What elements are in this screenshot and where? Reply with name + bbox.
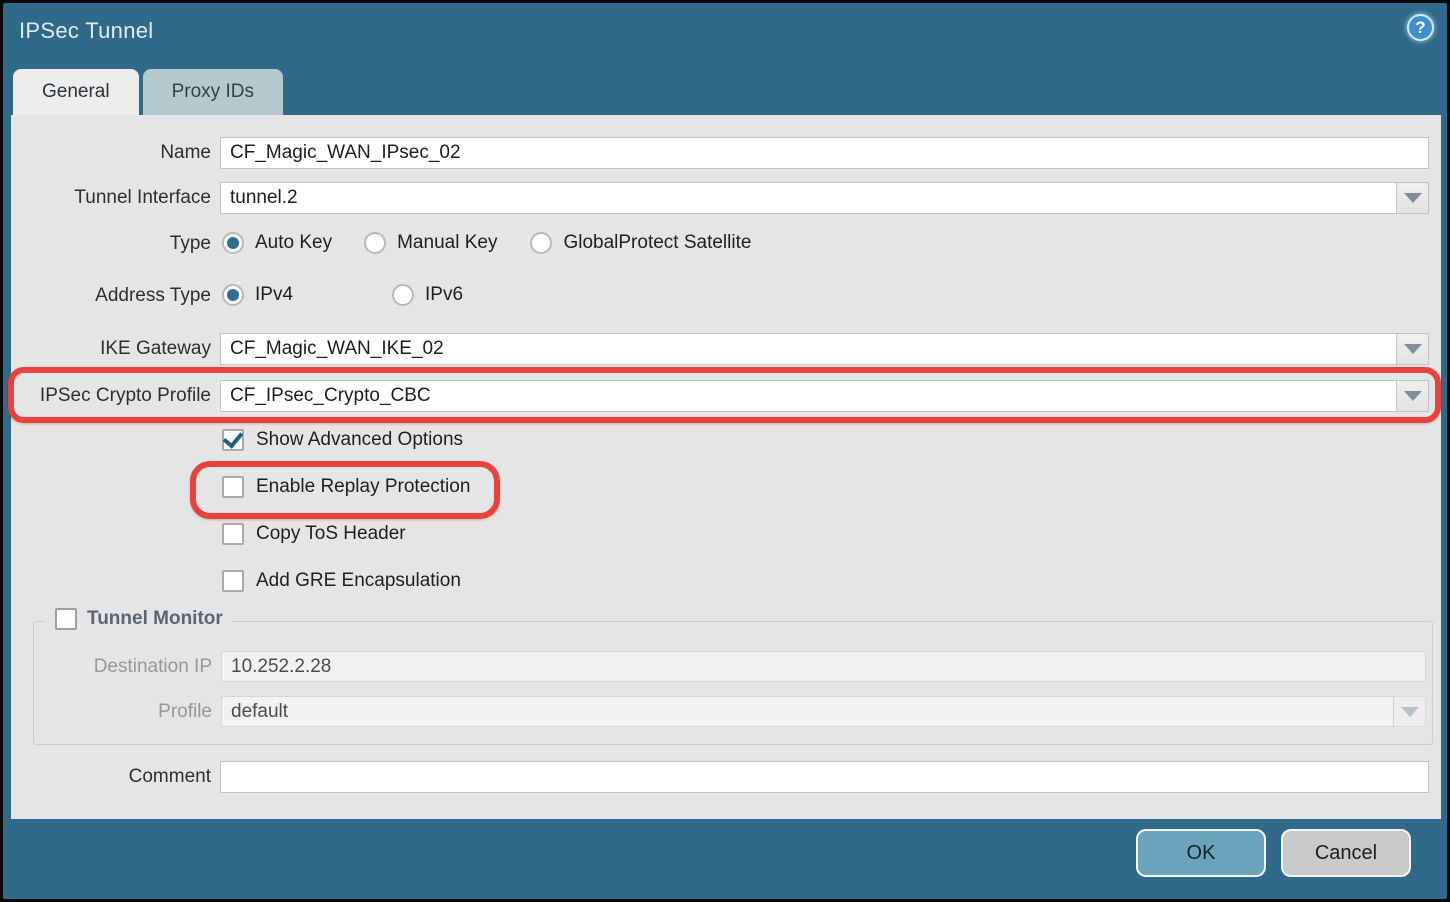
comment-input[interactable] xyxy=(220,761,1429,793)
comment-label: Comment xyxy=(11,761,211,793)
ipsec-tunnel-dialog: IPSec Tunnel ? General Proxy IDs Name Tu… xyxy=(0,0,1450,902)
name-input[interactable] xyxy=(220,137,1429,169)
checkbox-show-advanced-options[interactable]: Show Advanced Options xyxy=(222,429,463,451)
checkbox-label: Show Advanced Options xyxy=(256,429,463,451)
cancel-button[interactable]: Cancel xyxy=(1281,829,1411,877)
checkbox-label: Add GRE Encapsulation xyxy=(256,570,461,592)
tab-proxy-ids[interactable]: Proxy IDs xyxy=(143,69,283,115)
radio-icon xyxy=(392,284,414,306)
ike-gateway-input[interactable] xyxy=(220,333,1397,365)
checkbox-icon xyxy=(222,429,244,451)
radio-manual-key[interactable]: Manual Key xyxy=(364,232,497,254)
radio-label: IPv4 xyxy=(255,284,293,306)
tunnel-monitor-label: Tunnel Monitor xyxy=(87,608,223,630)
radio-icon xyxy=(222,284,244,306)
radio-ipv6[interactable]: IPv6 xyxy=(392,284,463,306)
radio-label: GlobalProtect Satellite xyxy=(563,232,751,254)
ipsec-crypto-profile-label: IPSec Crypto Profile xyxy=(11,380,211,412)
radio-label: Auto Key xyxy=(255,232,332,254)
tab-bar: General Proxy IDs xyxy=(13,69,283,115)
name-label: Name xyxy=(11,137,211,169)
checkbox-icon xyxy=(222,523,244,545)
ike-gateway-dropdown-button[interactable] xyxy=(1397,333,1429,365)
chevron-down-icon xyxy=(1401,707,1419,717)
destination-ip-label: Destination IP xyxy=(34,651,212,683)
radio-icon xyxy=(222,232,244,254)
checkbox-label: Enable Replay Protection xyxy=(256,476,470,498)
checkbox-icon xyxy=(222,570,244,592)
dialog-title: IPSec Tunnel xyxy=(19,18,153,44)
tunnel-interface-input[interactable] xyxy=(220,182,1397,214)
radio-label: Manual Key xyxy=(397,232,497,254)
radio-icon xyxy=(530,232,552,254)
profile-input xyxy=(221,696,1394,727)
dialog-body: Name Tunnel Interface Type Auto Key Manu… xyxy=(11,115,1441,819)
address-type-row: Address Type IPv4 IPv6 xyxy=(11,282,1441,310)
tunnel-interface-dropdown-button[interactable] xyxy=(1397,182,1429,214)
checkbox-add-gre-encapsulation[interactable]: Add GRE Encapsulation xyxy=(222,570,461,592)
chevron-down-icon xyxy=(1404,193,1422,203)
type-label: Type xyxy=(11,230,211,258)
checkbox-copy-tos-header[interactable]: Copy ToS Header xyxy=(222,523,406,545)
tunnel-monitor-fieldset: Tunnel Monitor Destination IP Profile xyxy=(33,621,1433,745)
radio-label: IPv6 xyxy=(425,284,463,306)
type-row: Type Auto Key Manual Key GlobalProtect S… xyxy=(11,230,1441,258)
help-icon[interactable]: ? xyxy=(1407,14,1434,41)
profile-dropdown-button xyxy=(1394,696,1426,727)
radio-icon xyxy=(364,232,386,254)
profile-label: Profile xyxy=(34,696,212,728)
checkbox-enable-replay-protection[interactable]: Enable Replay Protection xyxy=(222,476,470,498)
address-type-label: Address Type xyxy=(11,282,211,310)
tunnel-interface-label: Tunnel Interface xyxy=(11,182,211,214)
checkbox-icon xyxy=(222,476,244,498)
ok-button[interactable]: OK xyxy=(1136,829,1266,877)
chevron-down-icon xyxy=(1404,391,1422,401)
checkbox-tunnel-monitor[interactable]: Tunnel Monitor xyxy=(46,608,232,630)
radio-auto-key[interactable]: Auto Key xyxy=(222,232,332,254)
chevron-down-icon xyxy=(1404,344,1422,354)
ike-gateway-label: IKE Gateway xyxy=(11,333,211,365)
ipsec-crypto-profile-dropdown-button[interactable] xyxy=(1397,380,1429,412)
radio-globalprotect-satellite[interactable]: GlobalProtect Satellite xyxy=(530,232,751,254)
checkbox-icon xyxy=(55,608,77,630)
checkbox-label: Copy ToS Header xyxy=(256,523,406,545)
ipsec-crypto-profile-input[interactable] xyxy=(220,380,1397,412)
radio-ipv4[interactable]: IPv4 xyxy=(222,284,293,306)
destination-ip-input xyxy=(221,651,1426,682)
dialog-titlebar: IPSec Tunnel ? xyxy=(3,3,1447,66)
tab-general[interactable]: General xyxy=(13,69,139,115)
dialog-footer: OK Cancel xyxy=(3,813,1447,899)
